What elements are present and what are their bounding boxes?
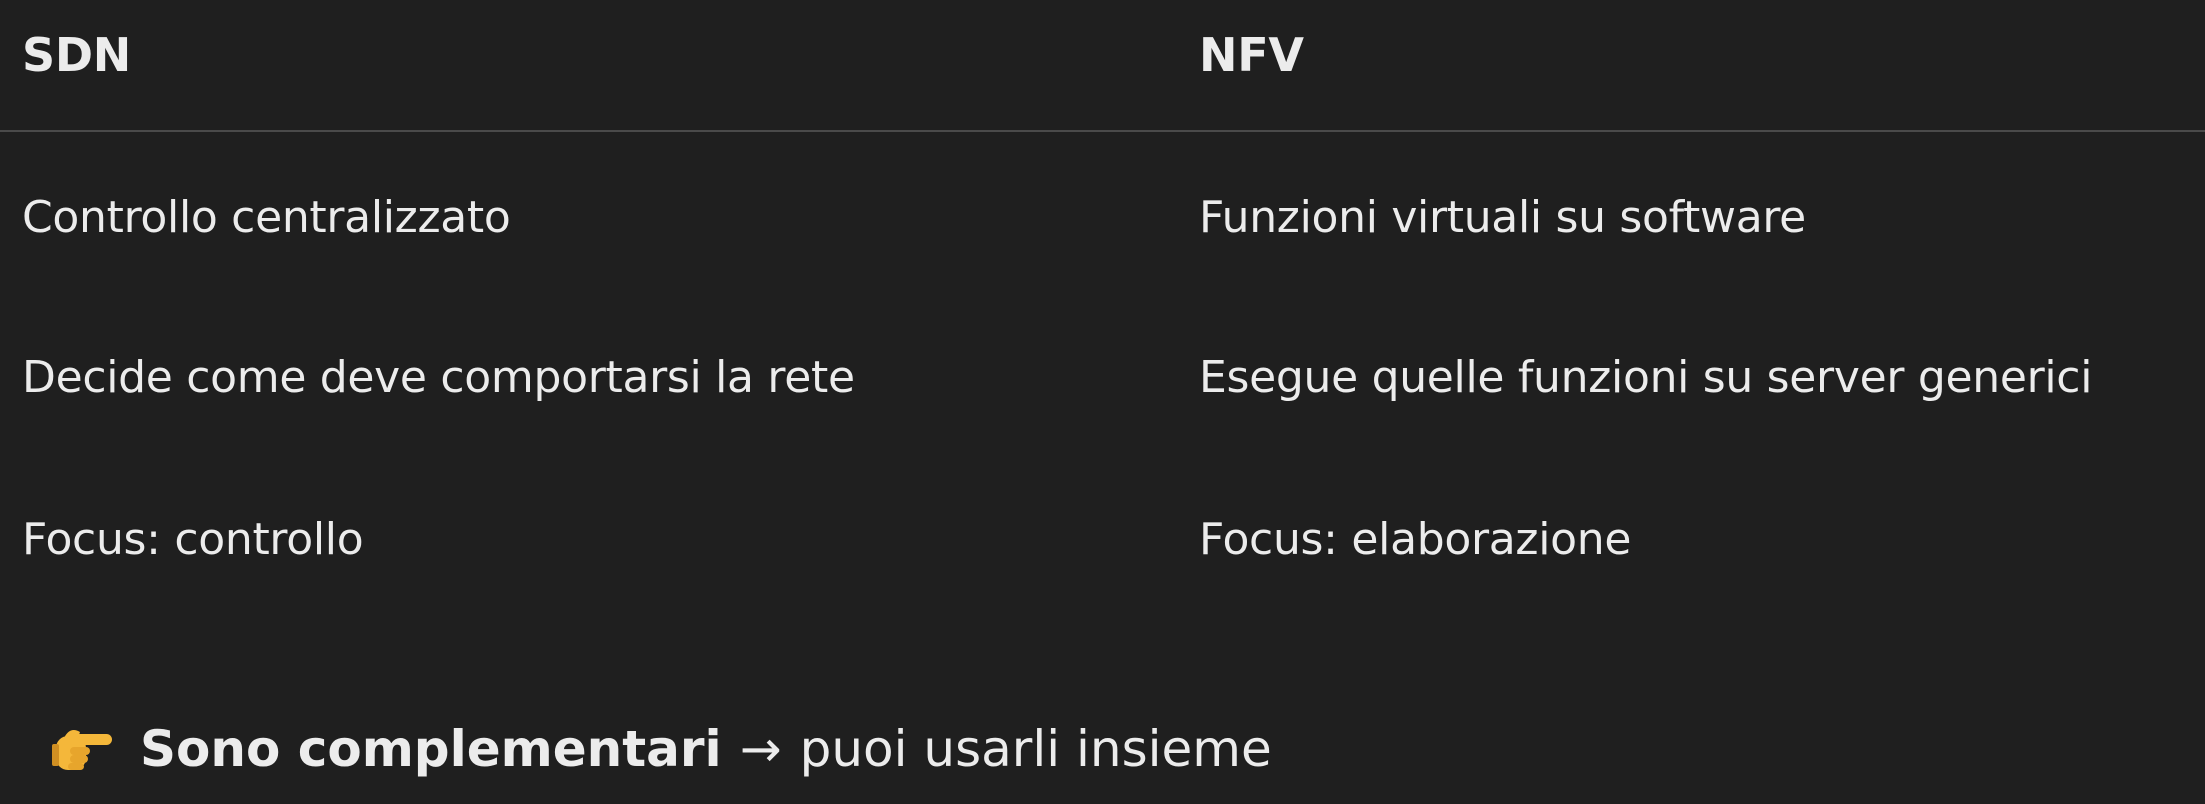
header-sdn: SDN [22,28,131,82]
table-row: Controllo centralizzato Funzioni virtual… [0,132,2205,294]
table-cell-nfv: Esegue quelle funzioni su server generic… [1199,352,2093,403]
comparison-page: SDN NFV Controllo centralizzato Funzioni… [0,0,2205,804]
table-row: Focus: controllo Focus: elaborazione [0,456,2205,618]
conclusion-bold: Sono complementari [140,720,722,778]
table-cell-sdn: Focus: controllo [22,514,364,565]
table-cell-nfv: Funzioni virtuali su software [1199,192,1806,243]
table-cell-sdn: Controllo centralizzato [22,192,511,243]
table-row: Decide come deve comportarsi la rete Ese… [0,294,2205,456]
table-header-row: SDN NFV [0,0,2205,132]
comparison-table: SDN NFV Controllo centralizzato Funzioni… [0,0,2205,618]
table-cell-sdn: Decide come deve comportarsi la rete [22,352,855,403]
conclusion-text: puoi usarli insieme [799,720,1272,778]
table-cell-nfv: Focus: elaborazione [1199,514,1632,565]
header-nfv: NFV [1199,28,1304,82]
conclusion-line: Sono complementari → puoi usarli insieme [52,720,1272,778]
pointing-hand-icon [52,720,114,778]
arrow-glyph: → [739,720,782,778]
